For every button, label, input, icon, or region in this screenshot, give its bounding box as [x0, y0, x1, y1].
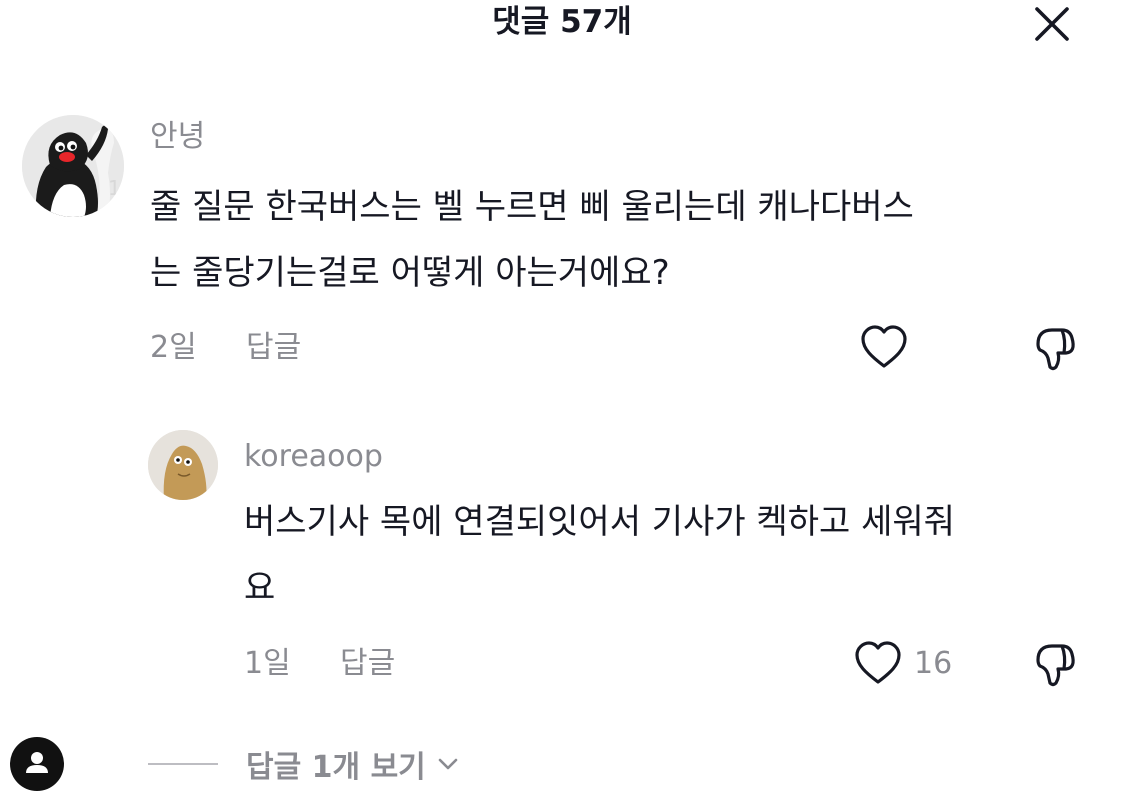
- chevron-down-icon: [438, 758, 458, 770]
- heart-icon: [855, 641, 901, 684]
- reply-avatar[interactable]: [148, 430, 218, 500]
- reply-button[interactable]: 답글: [246, 328, 301, 368]
- svg-text:10: 10: [108, 176, 124, 200]
- bear-avatar-image: [148, 430, 218, 500]
- view-replies-button[interactable]: 답글 1개 보기: [148, 742, 462, 786]
- comment-avatar[interactable]: 10: [22, 115, 124, 217]
- like-count: 16: [914, 646, 953, 681]
- reply-text-line: 버스기사 목에 연결되잇어서 기사가 켁하고 세워줘: [244, 502, 955, 542]
- comment-username[interactable]: 안녕: [150, 117, 205, 157]
- comments-header-title: 댓글 57개: [492, 4, 632, 40]
- reply-reply-button[interactable]: 답글: [340, 644, 395, 684]
- thumbs-down-icon: [1036, 328, 1075, 371]
- close-button[interactable]: [1030, 2, 1074, 46]
- profile-button[interactable]: [10, 737, 64, 791]
- reply-time: 1일: [244, 646, 291, 681]
- like-button[interactable]: [858, 322, 910, 374]
- penguin-avatar-image: 10: [22, 115, 124, 217]
- reply-text-line: 요: [244, 568, 276, 608]
- comment-text-line: 는 줄당기는걸로 어떻게 아는거에요?: [150, 253, 670, 293]
- user-icon: [26, 752, 48, 773]
- reply-like-button[interactable]: [852, 638, 904, 690]
- heart-icon: [861, 325, 907, 368]
- view-replies-divider: [148, 763, 218, 765]
- dislike-button[interactable]: [1030, 322, 1082, 374]
- comment-time: 2일: [150, 330, 197, 365]
- comment-text: 줄 질문 한국버스는 벨 누르면 삐 울리는데 캐나다버스 는 줄당기는걸로 어…: [150, 174, 914, 306]
- reply-dislike-button[interactable]: [1030, 638, 1082, 690]
- thumbs-down-icon: [1036, 644, 1075, 687]
- comment-text-line: 줄 질문 한국버스는 벨 누르면 삐 울리는데 캐나다버스: [150, 187, 914, 227]
- reply-username[interactable]: koreaoop: [244, 437, 383, 477]
- close-icon: [1035, 7, 1069, 41]
- view-replies-label: 답글 1개 보기: [246, 750, 426, 785]
- reply-text: 버스기사 목에 연결되잇어서 기사가 켁하고 세워줘 요: [244, 489, 955, 621]
